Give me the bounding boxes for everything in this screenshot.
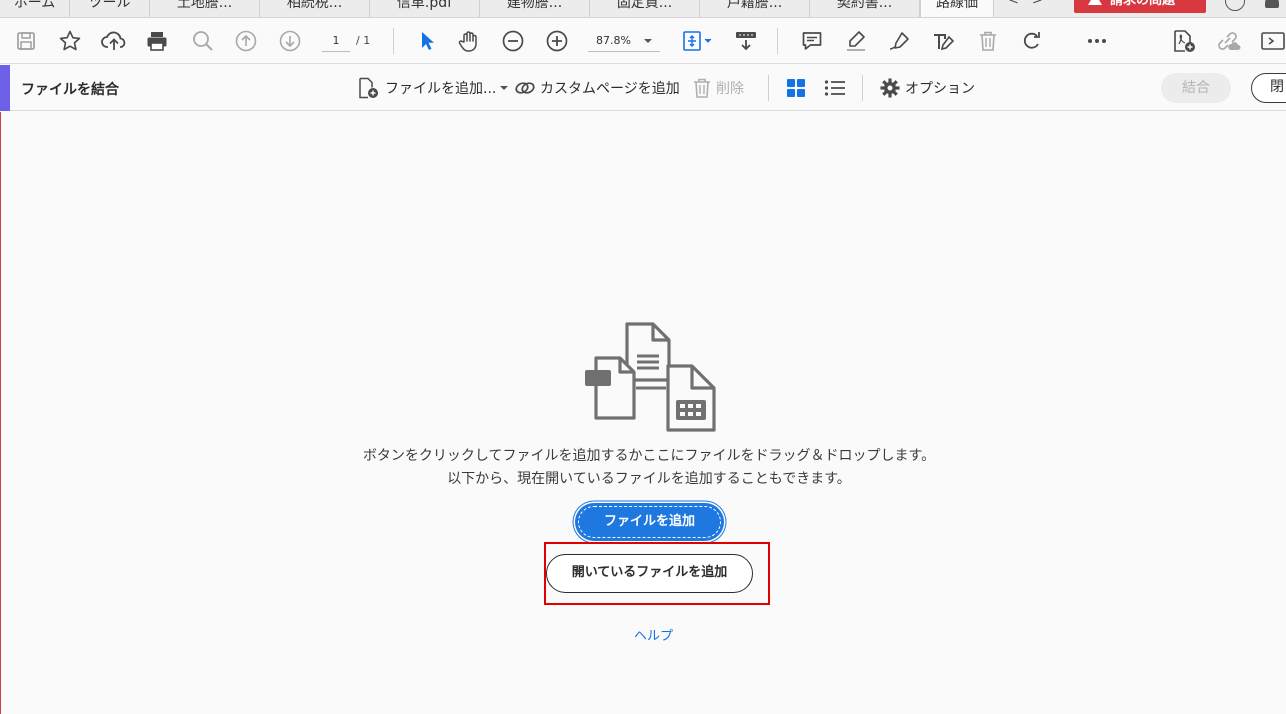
warning-icon	[1088, 0, 1102, 5]
instruction-subtext: 以下から、現在開いているファイルを追加することもできます。	[447, 471, 851, 487]
share-link-icon[interactable]	[1215, 28, 1241, 54]
tab-document[interactable]: 相続税...	[260, 0, 370, 17]
options-label: オプション	[905, 81, 975, 97]
add-open-files-button[interactable]: 開いているファイルを追加	[546, 554, 753, 593]
delete-label: 削除	[716, 81, 744, 97]
warning-label: 請求の問題	[1110, 0, 1176, 8]
highlighter-icon[interactable]	[843, 28, 869, 54]
billing-warning-button[interactable]: 請求の問題	[1074, 0, 1206, 13]
toolbar-divider	[768, 75, 769, 101]
help-link[interactable]: ヘルプ	[634, 625, 673, 644]
tool-accent-bar	[0, 65, 10, 111]
help-circle-icon[interactable]	[1225, 0, 1245, 11]
tab-prev-arrow[interactable]: <	[1008, 0, 1019, 8]
add-custom-page-button[interactable]: カスタムページを追加	[514, 76, 680, 100]
notification-bell-icon[interactable]	[1265, 0, 1279, 8]
toolbar-divider	[393, 28, 394, 54]
edit-text-icon[interactable]	[930, 28, 956, 54]
main-toolbar: / 1 87.8%	[0, 18, 1286, 64]
save-icon[interactable]	[13, 28, 39, 54]
zoom-in-icon[interactable]	[544, 28, 570, 54]
tool-title: ファイルを結合	[21, 82, 119, 98]
gear-icon	[880, 78, 900, 98]
tab-label: 相続税...	[286, 0, 343, 11]
add-custom-page-label: カスタムページを追加	[540, 81, 680, 97]
page-total-label: / 1	[356, 34, 371, 47]
panel-toggle-icon[interactable]	[1260, 28, 1286, 54]
print-icon[interactable]	[144, 28, 170, 54]
cloud-upload-icon[interactable]	[101, 28, 127, 54]
link-pages-icon	[515, 82, 535, 94]
tab-label: 土地謄...	[176, 0, 233, 11]
delete-button[interactable]: 削除	[692, 76, 744, 100]
hand-tool-icon[interactable]	[456, 28, 482, 54]
star-icon[interactable]	[57, 28, 83, 54]
tab-document[interactable]: 戸籍謄...	[700, 0, 810, 17]
chevron-down-icon	[500, 86, 509, 90]
rotate-icon[interactable]	[1019, 28, 1045, 54]
tab-tools[interactable]: ツール	[70, 0, 150, 17]
toolbar-divider	[862, 75, 863, 101]
tab-label: 信革.pdf	[396, 0, 453, 11]
list-view-button[interactable]	[824, 76, 850, 100]
previous-page-icon[interactable]	[233, 28, 259, 54]
page-number-input[interactable]	[322, 30, 350, 52]
fit-page-icon[interactable]	[680, 28, 716, 54]
zoom-search-icon[interactable]	[190, 28, 216, 54]
scroll-mode-icon[interactable]	[733, 28, 759, 54]
combine-button[interactable]: 結合	[1161, 73, 1231, 103]
acrobat-window: ホーム ツール 土地謄... 相続税... 信革.pdf 建物謄... 固定資.…	[0, 0, 1286, 714]
comment-icon[interactable]	[799, 28, 825, 54]
zoom-out-icon[interactable]	[500, 28, 526, 54]
tab-label: 固定資...	[616, 0, 673, 11]
next-page-icon[interactable]	[277, 28, 303, 54]
pdf-export-icon[interactable]	[1171, 28, 1197, 54]
trash-icon[interactable]	[975, 28, 1001, 54]
add-file-icon	[359, 77, 378, 99]
tab-label: ホーム	[13, 0, 56, 11]
tab-document[interactable]: 信革.pdf	[370, 0, 480, 17]
tab-label: 路線価	[936, 0, 978, 11]
document-tab-bar: ホーム ツール 土地謄... 相続税... 信革.pdf 建物謄... 固定資.…	[0, 0, 1286, 18]
options-button[interactable]: オプション	[879, 76, 975, 100]
tab-document[interactable]: 土地謄...	[150, 0, 260, 17]
select-cursor-icon[interactable]	[413, 28, 439, 54]
files-illustration-icon	[585, 322, 716, 432]
draw-pen-icon[interactable]	[887, 28, 913, 54]
tab-document[interactable]: 固定資...	[590, 0, 700, 17]
tab-home[interactable]: ホーム	[0, 0, 70, 17]
tab-label: 戸籍謄...	[726, 0, 783, 11]
toolbar-divider	[777, 28, 778, 54]
zoom-level-value: 87.8%	[596, 34, 631, 47]
tab-next-arrow[interactable]: >	[1032, 0, 1043, 8]
tab-label: ツール	[88, 0, 131, 11]
list-view-icon	[824, 80, 845, 96]
more-options-icon[interactable]	[1084, 28, 1110, 54]
grid-view-icon	[787, 79, 805, 97]
tab-label: 契約書...	[836, 0, 893, 11]
tab-document[interactable]: 建物謄...	[480, 0, 590, 17]
add-files-label: ファイルを追加...	[385, 81, 497, 97]
drop-zone[interactable]: ボタンをクリックしてファイルを追加するかここにファイルをドラッグ＆ドロップします…	[0, 112, 1286, 714]
zoom-level-dropdown[interactable]: 87.8%	[588, 30, 660, 52]
add-files-menu-button[interactable]: ファイルを追加...	[357, 76, 509, 100]
combine-files-toolbar: ファイルを結合 ファイルを追加... カスタムページを追加 削除 オプション 結…	[0, 65, 1286, 111]
add-files-button[interactable]: ファイルを追加	[575, 503, 724, 541]
close-tool-button[interactable]: 閉	[1251, 73, 1286, 103]
instruction-text: ボタンをクリックしてファイルを追加するかここにファイルをドラッグ＆ドロップします…	[362, 448, 936, 464]
tab-document[interactable]: 契約書...	[810, 0, 920, 17]
tab-label: 建物謄...	[506, 0, 563, 11]
thumbnail-view-button[interactable]	[786, 76, 810, 100]
trash-icon	[694, 78, 710, 98]
tab-document-active[interactable]: 路線価	[920, 0, 994, 17]
chevron-down-icon	[644, 39, 652, 43]
